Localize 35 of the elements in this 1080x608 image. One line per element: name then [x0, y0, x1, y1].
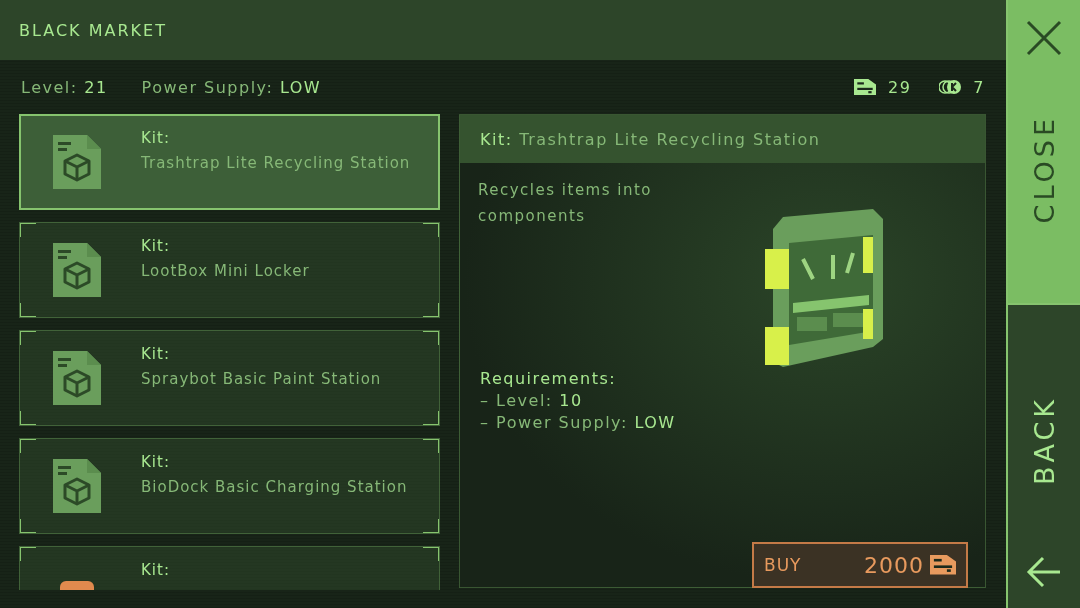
kit-document-icon — [53, 351, 101, 405]
window-title: BLACK MARKET — [19, 20, 167, 40]
kit-document-icon — [53, 459, 101, 513]
close-button[interactable]: CLOSE — [1008, 0, 1080, 305]
coin-count: 7 — [973, 77, 985, 97]
requirements-heading: Requirements: — [480, 369, 618, 388]
requirement-line: – Power Supply: LOW — [480, 413, 677, 432]
level-stat: Level: 21 — [21, 77, 108, 97]
kit-label: Kit: — [141, 453, 171, 471]
coins-icon — [939, 79, 962, 95]
kit-list-item[interactable]: Kit: — [19, 546, 440, 590]
kit-name: Trashtrap Lite Recycling Station — [141, 153, 412, 174]
power-supply-stat: Power Supply: LOW — [141, 77, 322, 97]
kit-name: LootBox Mini Locker — [141, 261, 311, 282]
storage-icon — [853, 78, 876, 96]
kit-document-icon — [53, 243, 101, 297]
back-button[interactable]: BACK — [1008, 305, 1080, 608]
requirement-line: – Level: 10 — [480, 391, 584, 410]
kit-list-item[interactable]: Kit: Trashtrap Lite Recycling Station — [19, 114, 440, 210]
kit-document-icon — [53, 135, 101, 189]
detail-title: Kit: Trashtrap Lite Recycling Station — [480, 129, 821, 149]
kit-name: Spraybot Basic Paint Station — [141, 369, 383, 390]
storage-count: 29 — [887, 77, 912, 97]
buy-button[interactable]: BUY 2000 — [752, 542, 968, 588]
kit-name: BioDock Basic Charging Station — [141, 477, 409, 498]
kit-label: Kit: — [141, 345, 171, 363]
close-icon — [1026, 20, 1062, 56]
kit-list-item[interactable]: Kit: LootBox Mini Locker — [19, 222, 440, 318]
kit-label: Kit: — [141, 237, 171, 255]
storage-icon — [930, 555, 956, 575]
kit-list-item[interactable]: Kit: BioDock Basic Charging Station — [19, 438, 440, 534]
kit-list-item[interactable]: Kit: Spraybot Basic Paint Station — [19, 330, 440, 426]
kit-label: Kit: — [141, 561, 171, 579]
item-description: Recycles items into components — [478, 180, 654, 227]
kit-label: Kit: — [141, 129, 171, 147]
